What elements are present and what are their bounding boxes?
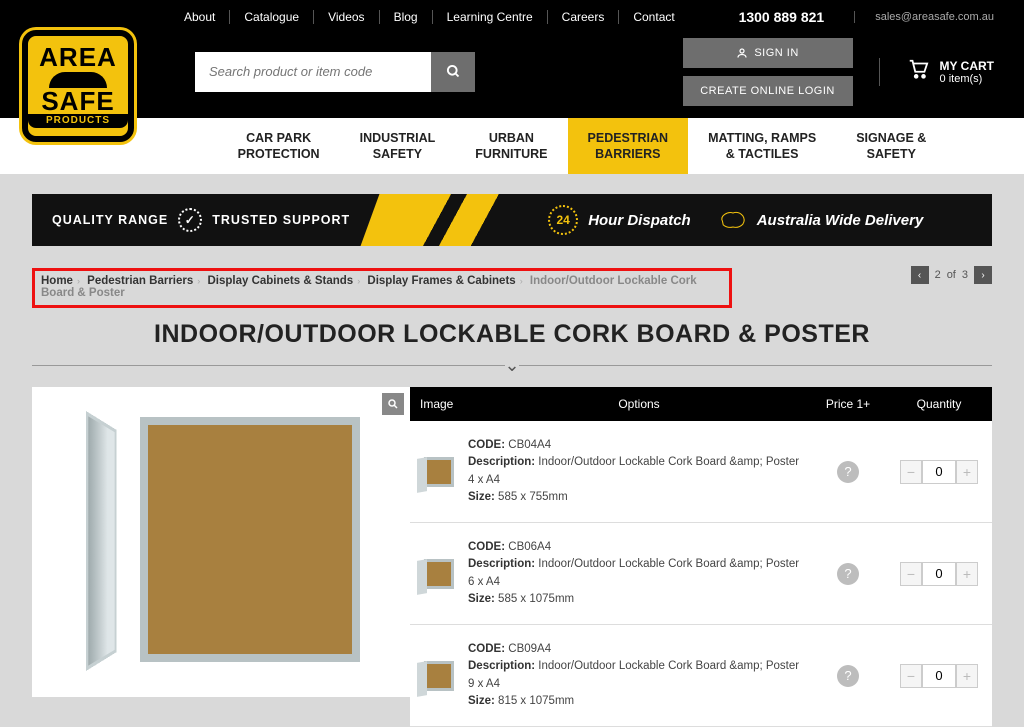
breadcrumb-highlight: Home › Pedestrian Barriers › Display Cabin… — [32, 268, 732, 308]
bc-display-frames[interactable]: Display Frames & Cabinets — [367, 275, 515, 287]
th-price: Price 1+ — [810, 397, 886, 411]
row-thumb[interactable] — [410, 457, 468, 487]
create-login-label: CREATE ONLINE LOGIN — [700, 85, 835, 97]
title-divider: ⌄ — [32, 357, 992, 373]
cart-count: 0 item(s) — [940, 73, 994, 85]
pager-prev-button[interactable]: ‹ — [911, 266, 929, 284]
logo-line3: PRODUCTS — [28, 114, 128, 128]
search-button[interactable] — [431, 52, 475, 92]
cart-icon — [906, 58, 930, 86]
create-login-button[interactable]: CREATE ONLINE LOGIN — [683, 76, 853, 106]
pager-of: of — [947, 269, 956, 281]
qty-plus-button[interactable]: + — [956, 562, 978, 586]
top-nav: About Catalogue Videos Blog Learning Cen… — [170, 10, 689, 24]
nav-urban[interactable]: URBANFURNITURE — [455, 118, 567, 174]
table-row: CODE: CB09A4 Description: Indoor/Outdoor… — [410, 625, 992, 727]
qty-input[interactable] — [922, 664, 956, 688]
options-table: Image Options Price 1+ Quantity CODE: CB… — [410, 387, 992, 727]
chevron-right-icon: › — [357, 276, 360, 286]
chevron-right-icon: › — [197, 276, 200, 286]
price-help-icon[interactable]: ? — [837, 461, 859, 483]
th-image: Image — [410, 397, 468, 411]
row-thumb[interactable] — [410, 661, 468, 691]
promo-banner: QUALITY RANGE ✓ TRUSTED SUPPORT 24 Hour … — [32, 194, 992, 246]
qty-input[interactable] — [922, 460, 956, 484]
qty-minus-button[interactable]: − — [900, 460, 922, 484]
banner-trusted: TRUSTED SUPPORT — [212, 213, 350, 227]
checkmark-icon: ✓ — [178, 208, 202, 232]
pager-pos: 2 — [935, 269, 941, 281]
cart[interactable]: MY CART 0 item(s) — [879, 58, 994, 86]
th-quantity: Quantity — [886, 397, 992, 411]
topnav-videos[interactable]: Videos — [314, 10, 379, 24]
table-header: Image Options Price 1+ Quantity — [410, 387, 992, 421]
qty-plus-button[interactable]: + — [956, 664, 978, 688]
email-address[interactable]: sales@areasafe.com.au — [854, 11, 994, 23]
logo-line1: AREA — [28, 44, 128, 70]
table-row: CODE: CB06A4 Description: Indoor/Outdoor… — [410, 523, 992, 625]
signin-label: SIGN IN — [754, 47, 798, 59]
corkboard-illustration — [88, 417, 368, 677]
main-nav: CAR PARKPROTECTION INDUSTRIALSAFETY URBA… — [0, 118, 1024, 174]
cart-label: MY CART — [940, 59, 994, 73]
product-area: Image Options Price 1+ Quantity CODE: CB… — [32, 387, 992, 727]
page-title: INDOOR/OUTDOOR LOCKABLE CORK BOARD & POS… — [32, 320, 992, 349]
logo[interactable]: AREA SAFE PRODUCTS — [22, 30, 134, 142]
zoom-icon — [387, 398, 399, 410]
australia-map-icon — [719, 208, 747, 232]
qty-plus-button[interactable]: + — [956, 460, 978, 484]
bc-home[interactable]: Home — [41, 275, 73, 287]
clock-24-icon: 24 — [548, 205, 578, 235]
bc-display-cabinets[interactable]: Display Cabinets & Stands — [207, 275, 353, 287]
signin-button[interactable]: SIGN IN — [683, 38, 853, 68]
nav-industrial[interactable]: INDUSTRIALSAFETY — [340, 118, 456, 174]
header: AREA SAFE PRODUCTS About Catalogue Video… — [0, 0, 1024, 118]
zoom-button[interactable] — [382, 393, 404, 415]
pager-total: 3 — [962, 269, 968, 281]
table-row: CODE: CB04A4 Description: Indoor/Outdoor… — [410, 421, 992, 523]
row-options: CODE: CB06A4 Description: Indoor/Outdoor… — [468, 539, 810, 608]
banner-quality: QUALITY RANGE — [52, 213, 168, 227]
product-image — [32, 387, 410, 697]
topnav-careers[interactable]: Careers — [548, 10, 620, 24]
qty-minus-button[interactable]: − — [900, 562, 922, 586]
pager-next-button[interactable]: › — [974, 266, 992, 284]
topnav-contact[interactable]: Contact — [619, 10, 688, 24]
user-icon — [736, 47, 748, 59]
pager: ‹ 2 of 3 › — [911, 266, 992, 284]
qty-input[interactable] — [922, 562, 956, 586]
chevron-right-icon: › — [520, 276, 523, 286]
th-options: Options — [468, 397, 810, 411]
nav-carpark[interactable]: CAR PARKPROTECTION — [218, 118, 340, 174]
banner-dispatch: Hour Dispatch — [588, 212, 691, 229]
search — [195, 52, 475, 92]
row-thumb[interactable] — [410, 559, 468, 589]
logo-line2: SAFE — [28, 88, 128, 114]
topnav-learning[interactable]: Learning Centre — [433, 10, 548, 24]
nav-pedestrian[interactable]: PEDESTRIANBARRIERS — [568, 118, 689, 174]
banner-stripes — [361, 194, 530, 246]
phone-number: 1300 889 821 — [739, 9, 825, 25]
qty-minus-button[interactable]: − — [900, 664, 922, 688]
search-icon — [446, 64, 461, 79]
price-help-icon[interactable]: ? — [837, 665, 859, 687]
topnav-catalogue[interactable]: Catalogue — [230, 10, 314, 24]
row-options: CODE: CB04A4 Description: Indoor/Outdoor… — [468, 437, 810, 506]
banner-aus: Australia Wide Delivery — [757, 212, 924, 229]
bc-pedestrian[interactable]: Pedestrian Barriers — [87, 275, 193, 287]
topnav-blog[interactable]: Blog — [380, 10, 433, 24]
nav-matting[interactable]: MATTING, RAMPS& TACTILES — [688, 118, 836, 174]
chevron-right-icon: › — [77, 276, 80, 286]
search-input[interactable] — [195, 52, 431, 92]
thumb-icon — [424, 457, 454, 487]
chevron-down-icon: ⌄ — [504, 355, 519, 376]
nav-signage[interactable]: SIGNAGE &SAFETY — [836, 118, 946, 174]
thumb-icon — [424, 661, 454, 691]
topnav-about[interactable]: About — [170, 10, 230, 24]
row-options: CODE: CB09A4 Description: Indoor/Outdoor… — [468, 641, 810, 710]
breadcrumb: Home › Pedestrian Barriers › Display Cabin… — [41, 275, 723, 299]
price-help-icon[interactable]: ? — [837, 563, 859, 585]
thumb-icon — [424, 559, 454, 589]
